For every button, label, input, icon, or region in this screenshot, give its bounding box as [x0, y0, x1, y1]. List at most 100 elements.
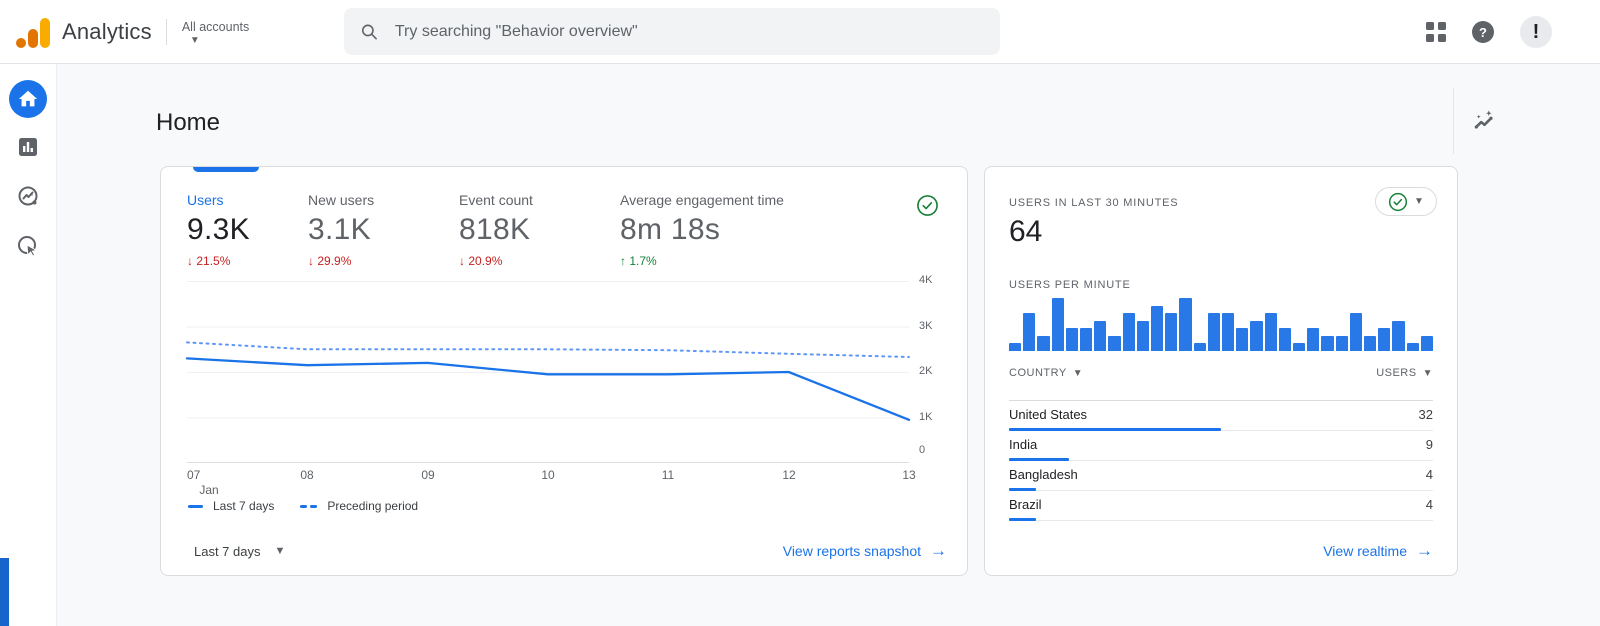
nav-rail — [0, 64, 57, 626]
insights-sparkline-icon — [1474, 110, 1493, 129]
users-line-chart — [185, 281, 911, 463]
bar-chart-icon — [19, 138, 37, 156]
app-title: Analytics — [62, 19, 152, 44]
users-per-minute-label: USERS PER MINUTE — [1009, 279, 1131, 291]
sidebar-item-advertising[interactable] — [16, 234, 40, 258]
chevron-down-icon: ▼ — [1414, 196, 1424, 207]
metric-delta: ↓ 29.9% — [308, 254, 352, 268]
top-app-bar: Analytics All accounts ▼ ? ! — [0, 0, 1600, 64]
sidebar-item-reports[interactable] — [16, 135, 40, 159]
overview-card: Users 9.3K ↓ 21.5% New users 3.1K ↓ 29.9… — [160, 166, 968, 576]
users-last-30-min-value: 64 — [1009, 215, 1043, 248]
page-title: Home — [156, 109, 221, 136]
x-axis-labels: 07 Jan 08 09 10 11 12 13 — [187, 468, 916, 497]
country-bar-track — [1009, 518, 1433, 521]
delta-arrow-icon: ↑ — [620, 254, 626, 268]
country-users: 32 — [1418, 407, 1433, 422]
delta-arrow-icon: ↓ — [459, 254, 465, 268]
country-name: Bangladesh — [1009, 467, 1078, 482]
date-range-selector[interactable]: Last 7 days ▼ — [194, 544, 285, 559]
country-bar-fill — [1009, 458, 1069, 461]
realtime-status-dropdown[interactable]: ▼ — [1375, 187, 1437, 216]
country-bar-track — [1009, 428, 1433, 431]
country-bar-track — [1009, 458, 1433, 461]
check-circle-icon — [1388, 192, 1408, 211]
divider — [1453, 88, 1454, 154]
legend-label: Last 7 days — [213, 499, 275, 513]
metric-value: 9.3K — [187, 213, 250, 246]
metric-delta: ↓ 21.5% — [187, 254, 231, 268]
country-name: Brazil — [1009, 497, 1042, 512]
metric-label: Users — [187, 192, 224, 208]
metric-label: New users — [308, 192, 375, 208]
realtime-country-table: COUNTRY ▼ USERS ▼ United States 32 India… — [1009, 367, 1433, 521]
metric-tab-new-users[interactable]: New users 3.1K ↓ 29.9% — [308, 192, 459, 268]
metric-tab-users[interactable]: Users 9.3K ↓ 21.5% — [187, 192, 308, 268]
home-icon — [18, 90, 38, 107]
country-name: United States — [1009, 407, 1088, 422]
advertising-target-icon — [18, 236, 38, 257]
account-switcher-label: All accounts — [181, 19, 250, 34]
delta-arrow-icon: ↓ — [308, 254, 314, 268]
country-bar-fill — [1009, 518, 1036, 521]
divider — [165, 19, 167, 45]
metric-value: 818K — [459, 213, 531, 246]
country-bar-fill — [1009, 428, 1221, 431]
metric-tab-avg-engagement-time[interactable]: Average engagement time 8m 18s ↑ 1.7% — [620, 192, 784, 268]
metric-tab-event-count[interactable]: Event count 818K ↓ 20.9% — [459, 192, 620, 268]
view-realtime-link[interactable]: View realtime → — [1323, 541, 1433, 561]
search-bar[interactable] — [344, 8, 1000, 55]
y-axis-labels: 4K 3K 2K 1K 0 — [919, 274, 933, 456]
country-users: 4 — [1425, 497, 1433, 512]
chevron-down-icon: ▼ — [1422, 367, 1433, 379]
country-users: 9 — [1425, 437, 1433, 452]
insights-button[interactable] — [1468, 104, 1502, 138]
table-row[interactable]: India 9 — [1009, 431, 1433, 461]
country-column-header[interactable]: COUNTRY ▼ — [1009, 367, 1083, 379]
realtime-title: USERS IN LAST 30 MINUTES — [1009, 197, 1179, 209]
help-icon[interactable]: ? — [1472, 21, 1494, 43]
metric-delta: ↓ 20.9% — [459, 254, 503, 268]
users-per-minute-bar-chart — [1009, 298, 1434, 351]
sidebar-item-home[interactable] — [9, 80, 47, 118]
legend-label: Preceding period — [327, 499, 419, 513]
chart-legend: Last 7 days Preceding period — [188, 499, 418, 513]
metric-tabs: Users 9.3K ↓ 21.5% New users 3.1K ↓ 29.9… — [187, 192, 784, 268]
users-column-header[interactable]: USERS ▼ — [1376, 367, 1433, 379]
country-name: India — [1009, 437, 1038, 452]
metric-value: 3.1K — [308, 213, 371, 246]
date-range-label: Last 7 days — [194, 543, 261, 559]
table-row[interactable]: Bangladesh 4 — [1009, 461, 1433, 491]
metric-delta: ↑ 1.7% — [620, 254, 657, 268]
metric-label: Average engagement time — [620, 192, 784, 208]
avatar[interactable]: ! — [1520, 16, 1552, 48]
legend-dashed-line-icon — [300, 504, 318, 508]
view-reports-snapshot-link[interactable]: View reports snapshot → — [783, 541, 947, 561]
delta-arrow-icon: ↓ — [187, 254, 193, 268]
search-input[interactable] — [394, 22, 984, 41]
legend-solid-line-icon — [188, 504, 203, 508]
table-row[interactable]: Brazil 4 — [1009, 491, 1433, 521]
arrow-right-icon: → — [930, 541, 947, 560]
account-switcher[interactable]: All accounts ▼ — [181, 19, 250, 46]
data-quality-check-icon[interactable] — [916, 194, 939, 222]
metric-value: 8m 18s — [620, 213, 721, 246]
left-edge-accent — [0, 558, 9, 626]
apps-grid-icon[interactable] — [1426, 22, 1446, 42]
country-bar-fill — [1009, 488, 1036, 491]
chevron-down-icon: ▼ — [1072, 367, 1084, 379]
arrow-right-icon: → — [1416, 541, 1433, 560]
sidebar-item-explore[interactable] — [16, 184, 40, 208]
google-analytics-logo-icon — [16, 16, 50, 48]
metric-label: Event count — [459, 192, 533, 208]
chevron-down-icon: ▼ — [189, 34, 200, 46]
explore-icon — [18, 186, 38, 206]
country-bar-track — [1009, 488, 1433, 491]
country-users: 4 — [1425, 467, 1433, 482]
main-content: Home Users 9.3K ↓ 21.5% New users 3.1K ↓… — [57, 64, 1600, 626]
active-tab-indicator — [193, 167, 259, 172]
realtime-card: USERS IN LAST 30 MINUTES ▼ 64 USERS PER … — [984, 166, 1458, 576]
table-row[interactable]: United States 32 — [1009, 401, 1433, 431]
chevron-down-icon: ▼ — [274, 545, 286, 557]
search-icon — [361, 24, 377, 39]
